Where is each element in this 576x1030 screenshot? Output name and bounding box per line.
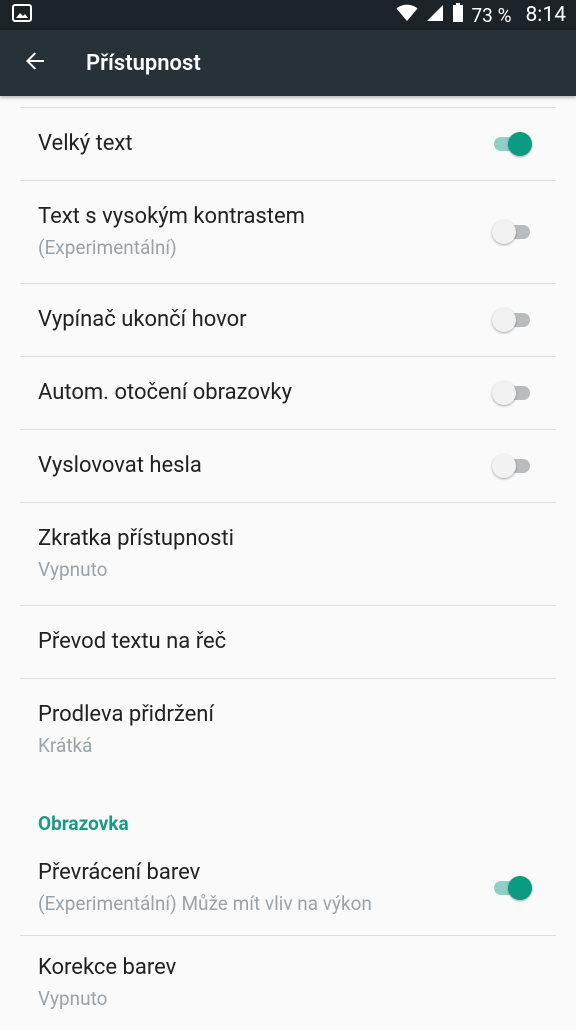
setting-title: Prodleva přidržení [38,702,214,727]
cell-signal-icon [426,4,444,27]
setting-touch-hold-delay[interactable]: Prodleva přidržení Krátká [0,679,576,781]
toggle-thumb [508,876,532,900]
high-contrast-toggle[interactable] [492,218,532,246]
setting-title: Převod textu na řeč [38,629,227,654]
setting-accessibility-shortcut[interactable]: Zkratka přístupnosti Vypnuto [0,503,576,605]
app-bar: Přístupnost [0,30,576,96]
setting-title: Vyslovovat hesla [38,453,202,478]
toggle-thumb [492,308,516,332]
setting-title: Korekce barev [38,955,177,980]
setting-color-correction[interactable]: Korekce barev Vypnuto [0,936,576,1030]
setting-subtitle: Krátká [38,734,93,757]
setting-large-text[interactable]: Velký text [0,108,576,180]
auto-rotate-toggle[interactable] [492,379,532,407]
battery-percent: 73 % [471,3,512,27]
status-bar: 73 % 8:14 [0,0,576,30]
setting-speak-passwords[interactable]: Vyslovovat hesla [0,430,576,502]
setting-subtitle: (Experimentální) [38,236,177,259]
setting-title: Text s vysokým kontrastem [38,204,305,229]
setting-title: Převrácení barev [38,860,201,885]
setting-title: Velký text [38,131,133,156]
section-header-display: Obrazovka [38,812,129,835]
large-text-toggle[interactable] [492,130,532,158]
image-notification-icon [12,3,32,27]
setting-power-button-ends-call[interactable]: Vypínač ukončí hovor [0,284,576,356]
clock: 8:14 [525,3,567,27]
toggle-thumb [492,381,516,405]
setting-title: Zkratka přístupnosti [38,526,234,551]
setting-title: Autom. otočení obrazovky [38,380,292,405]
page-title: Přístupnost [86,50,201,76]
wifi-icon [396,4,418,27]
setting-auto-rotate[interactable]: Autom. otočení obrazovky [0,357,576,429]
toggle-thumb [508,132,532,156]
arrow-left-icon [23,49,47,77]
color-inversion-toggle[interactable] [492,874,532,902]
power-button-ends-call-toggle[interactable] [492,306,532,334]
speak-passwords-toggle[interactable] [492,452,532,480]
setting-subtitle: Vypnuto [38,558,108,581]
setting-high-contrast-text[interactable]: Text s vysokým kontrastem (Experimentáln… [0,181,576,283]
toggle-thumb [492,220,516,244]
setting-title: Vypínač ukončí hovor [38,307,247,332]
back-button[interactable] [0,30,70,96]
setting-color-inversion[interactable]: Převrácení barev (Experimentální) Může m… [0,841,576,935]
setting-subtitle: Vypnuto [38,987,108,1010]
toggle-thumb [492,454,516,478]
setting-text-to-speech[interactable]: Převod textu na řeč [0,606,576,678]
settings-list: Velký text Text s vysokým kontrastem (Ex… [0,96,576,1030]
battery-icon [452,2,464,28]
setting-subtitle: (Experimentální) Může mít vliv na výkon [38,892,372,915]
